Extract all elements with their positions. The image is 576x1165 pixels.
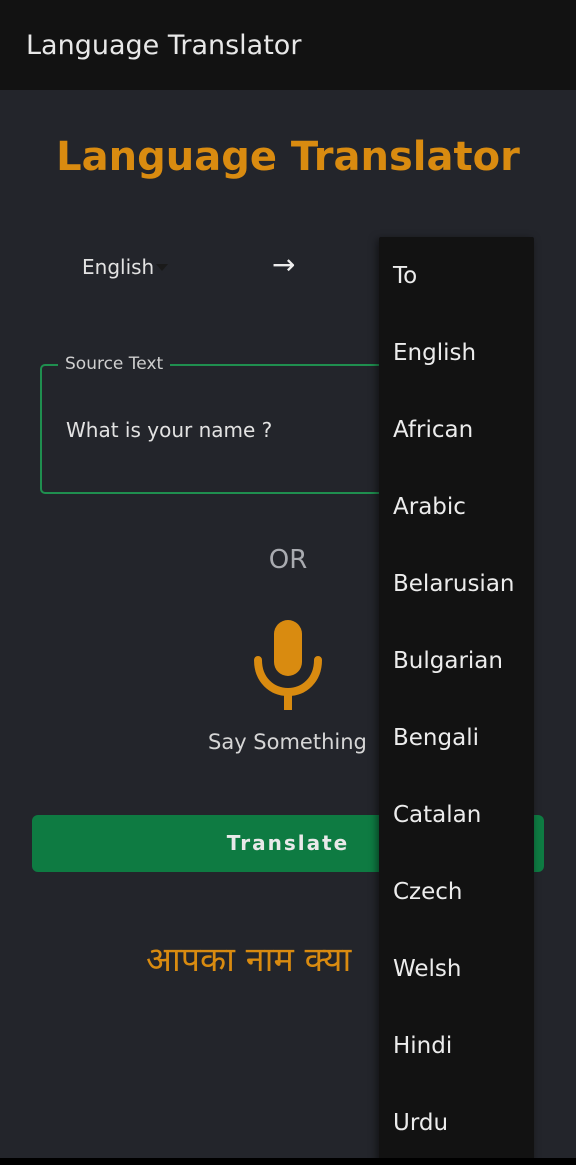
dropdown-item-czech[interactable]: Czech xyxy=(379,853,534,930)
app-bar: Language Translator xyxy=(0,0,576,90)
dropdown-item-catalan[interactable]: Catalan xyxy=(379,776,534,853)
source-text-value[interactable]: What is your name ? xyxy=(66,416,272,444)
dropdown-item-urdu[interactable]: Urdu xyxy=(379,1084,534,1161)
caret-down-icon xyxy=(156,263,169,271)
dropdown-item-belarusian[interactable]: Belarusian xyxy=(379,545,534,622)
translator-screen: Language Translator Language Translator … xyxy=(0,0,576,1165)
dropdown-item-welsh[interactable]: Welsh xyxy=(379,930,534,1007)
page-title: Language Translator xyxy=(56,134,520,180)
say-something-label: Say Something xyxy=(208,730,367,754)
arrow-right-icon: → xyxy=(272,248,296,281)
dropdown-item-arabic[interactable]: Arabic xyxy=(379,468,534,545)
dropdown-item-bulgarian[interactable]: Bulgarian xyxy=(379,622,534,699)
dropdown-item-english[interactable]: English xyxy=(379,314,534,391)
to-language-dropdown: To English African Arabic Belarusian Bul… xyxy=(379,237,534,1165)
translated-text: आपका नाम क्या xyxy=(146,940,352,980)
from-language-select[interactable]: English xyxy=(82,252,169,282)
from-language-value: English xyxy=(82,255,155,279)
dropdown-item-african[interactable]: African xyxy=(379,391,534,468)
dropdown-item-to[interactable]: To xyxy=(379,237,534,314)
microphone-icon xyxy=(254,620,322,710)
app-bar-title: Language Translator xyxy=(26,30,302,61)
dropdown-item-bengali[interactable]: Bengali xyxy=(379,699,534,776)
navigation-bar-edge xyxy=(0,1158,576,1165)
microphone-button[interactable] xyxy=(252,620,324,712)
dropdown-item-hindi[interactable]: Hindi xyxy=(379,1007,534,1084)
source-text-label: Source Text xyxy=(58,352,171,376)
